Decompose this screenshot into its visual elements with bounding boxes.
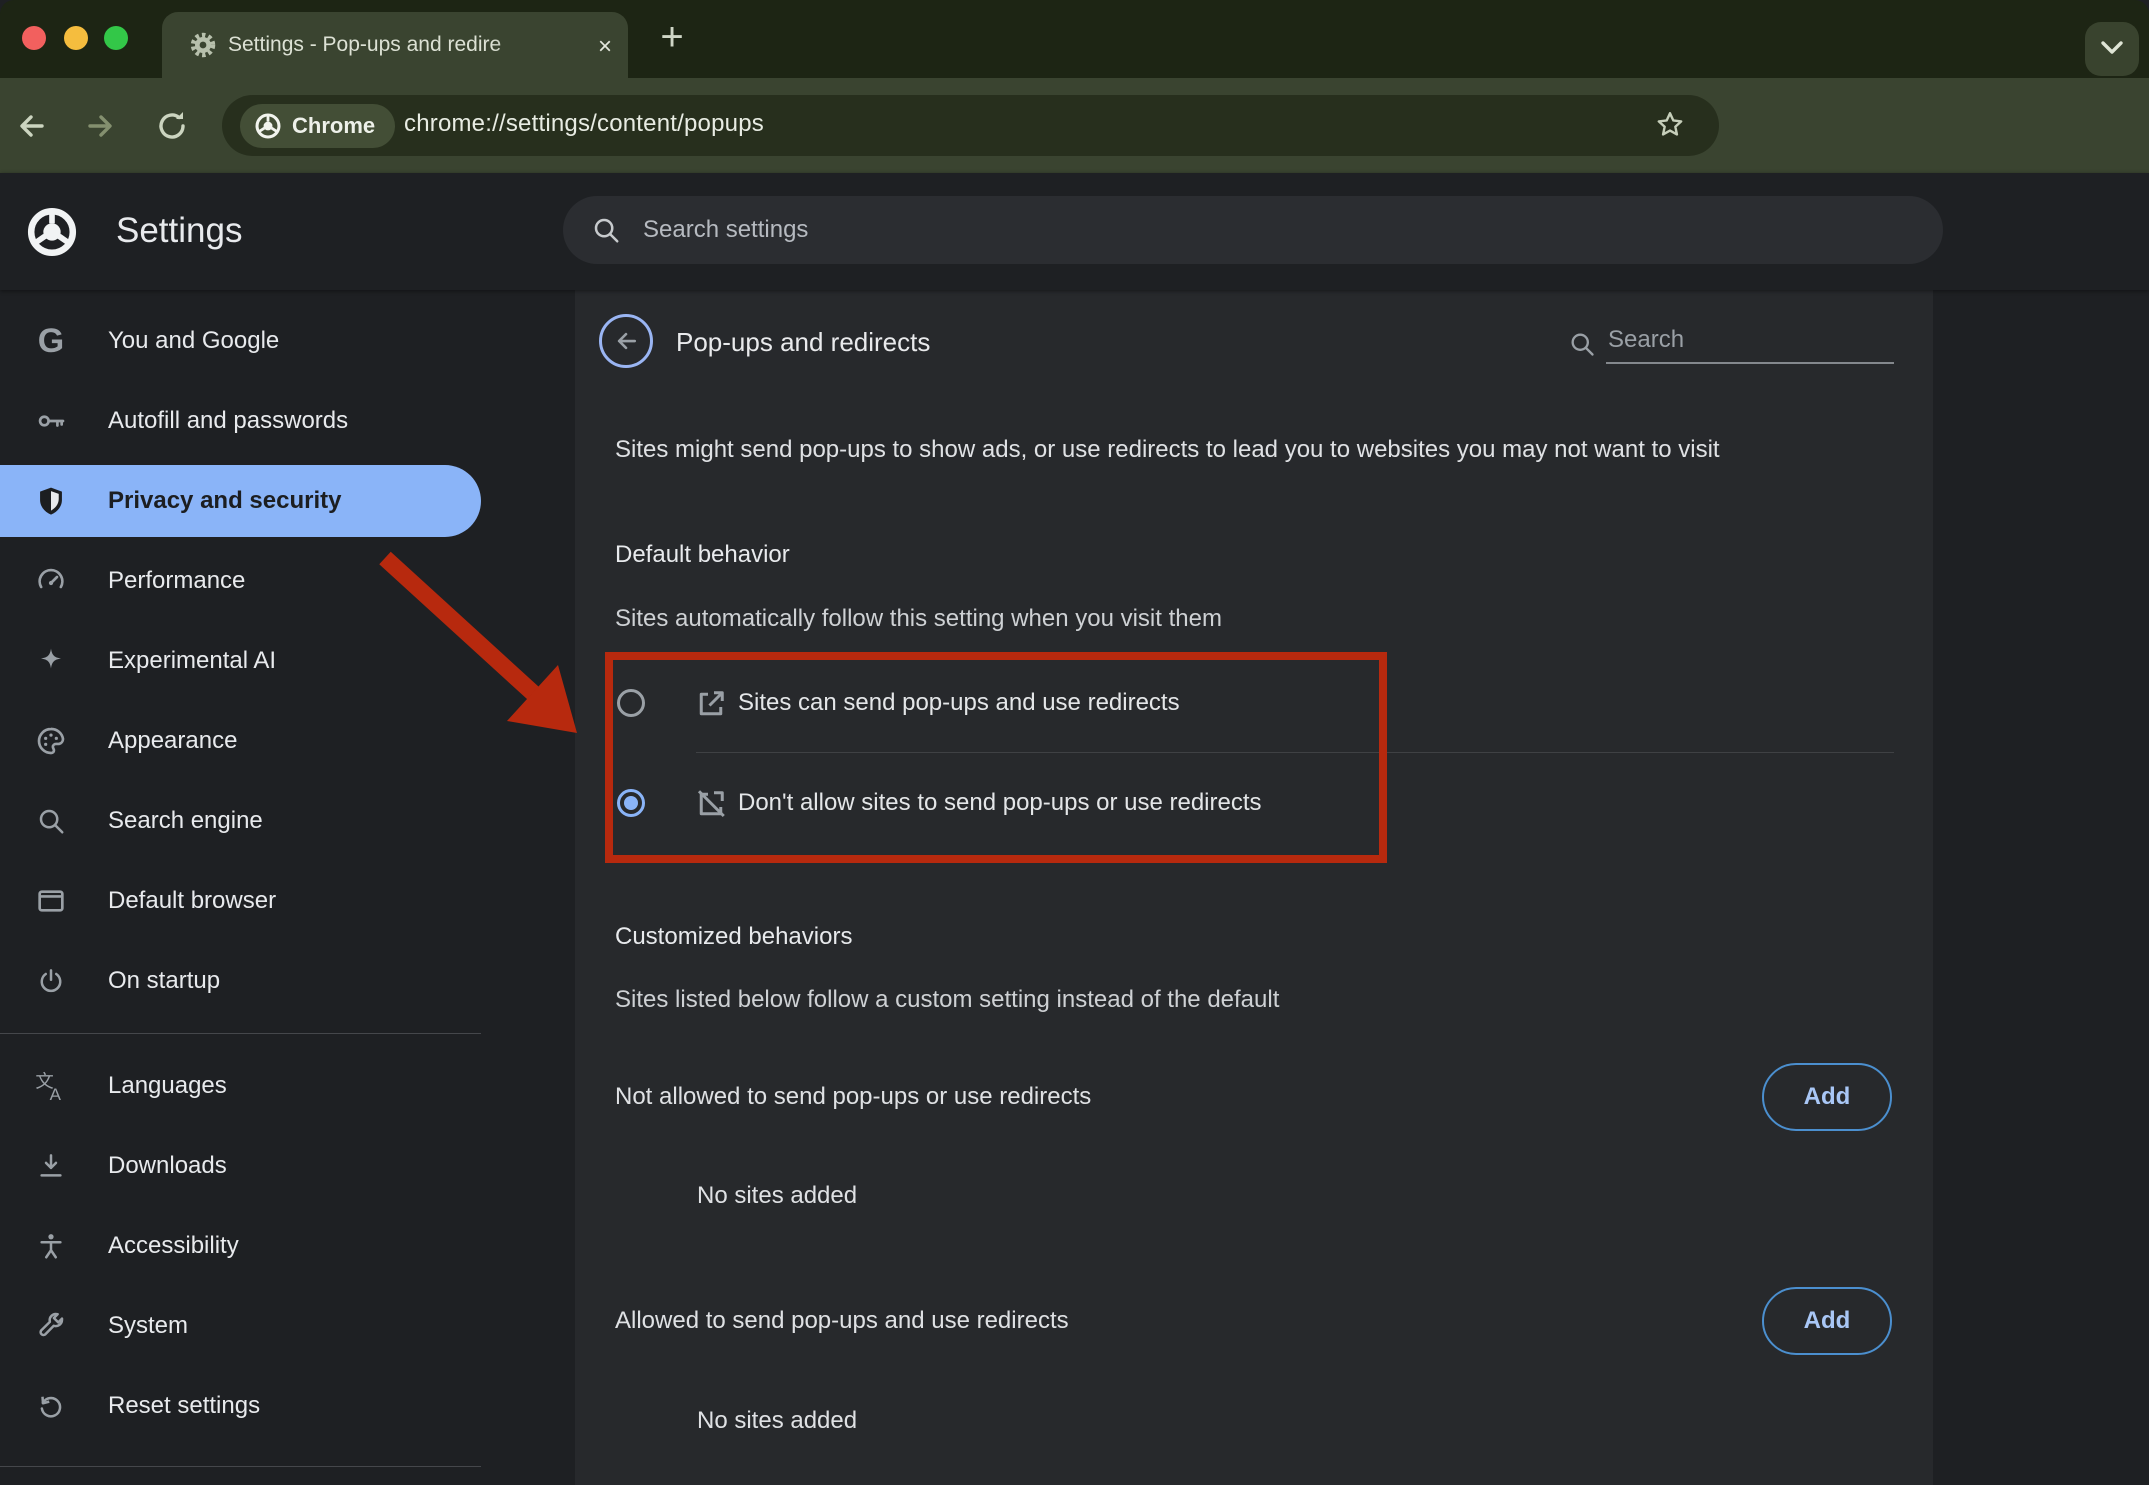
svg-text:A: A bbox=[50, 1085, 62, 1103]
url-text[interactable]: chrome://settings/content/popups bbox=[404, 110, 764, 138]
not-allowed-section-label: Not allowed to send pop-ups or use redir… bbox=[615, 1083, 1091, 1111]
chrome-badge: Chrome bbox=[240, 104, 395, 148]
new-tab-button[interactable]: + bbox=[652, 18, 692, 58]
sidebar-item-system[interactable]: System bbox=[0, 1286, 575, 1366]
chrome-settings-logo-icon bbox=[26, 206, 78, 258]
browser-window-icon bbox=[34, 884, 68, 918]
annotation-arrow bbox=[370, 540, 600, 755]
allowed-section-label: Allowed to send pop-ups and use redirect… bbox=[615, 1307, 1069, 1335]
sidebar-item-search-engine[interactable]: Search engine bbox=[0, 781, 575, 861]
tab-close-icon[interactable]: × bbox=[590, 32, 620, 62]
active-tab[interactable]: Settings - Pop-ups and redire × bbox=[162, 12, 628, 78]
sidebar-item-downloads[interactable]: Downloads bbox=[0, 1126, 575, 1206]
annotation-highlight-box bbox=[605, 652, 1387, 863]
settings-page-title: Settings bbox=[116, 211, 242, 251]
download-icon bbox=[34, 1149, 68, 1183]
chrome-logo-icon bbox=[254, 112, 282, 140]
add-allowed-site-button[interactable]: Add bbox=[1762, 1287, 1892, 1355]
settings-search-input[interactable] bbox=[643, 216, 1843, 244]
bookmark-star-icon[interactable] bbox=[1654, 109, 1686, 141]
page-search-field[interactable] bbox=[1568, 326, 1894, 364]
sidebar-divider-bottom bbox=[0, 1466, 481, 1467]
page-title: Pop-ups and redirects bbox=[676, 327, 930, 358]
shield-icon bbox=[34, 484, 68, 518]
tab-search-button[interactable] bbox=[2085, 22, 2139, 76]
browser-toolbar: Chrome chrome://settings/content/popups … bbox=[0, 78, 2149, 173]
translate-icon: 文A bbox=[34, 1069, 68, 1103]
popups-settings-card: Pop-ups and redirects Sites might send p… bbox=[575, 290, 1933, 1485]
no-sites-added-blocked: No sites added bbox=[697, 1182, 857, 1210]
page-back-button[interactable] bbox=[599, 314, 653, 368]
google-g-icon: G bbox=[34, 324, 68, 358]
search-icon bbox=[591, 215, 621, 245]
traffic-light-minimize[interactable] bbox=[64, 26, 88, 50]
sidebar-item-autofill[interactable]: Autofill and passwords bbox=[0, 381, 575, 461]
wrench-icon bbox=[34, 1309, 68, 1343]
sidebar-item-you-and-google[interactable]: G You and Google bbox=[0, 301, 575, 381]
sidebar-divider bbox=[0, 1033, 481, 1034]
customized-behaviors-heading: Customized behaviors bbox=[615, 923, 852, 951]
traffic-light-zoom[interactable] bbox=[104, 26, 128, 50]
power-icon bbox=[34, 964, 68, 998]
accessibility-person-icon bbox=[34, 1229, 68, 1263]
chrome-badge-label: Chrome bbox=[292, 113, 375, 139]
sidebar-item-reset-settings[interactable]: Reset settings bbox=[0, 1366, 575, 1446]
sidebar-item-on-startup[interactable]: On startup bbox=[0, 941, 575, 1021]
sidebar-item-accessibility[interactable]: Accessibility bbox=[0, 1206, 575, 1286]
search-icon bbox=[1568, 330, 1596, 358]
forward-nav-icon[interactable] bbox=[80, 106, 120, 146]
tab-strip: Settings - Pop-ups and redire × + bbox=[0, 0, 2149, 78]
traffic-light-close[interactable] bbox=[22, 26, 46, 50]
sidebar-item-privacy-and-security[interactable]: Privacy and security bbox=[0, 461, 575, 541]
back-nav-icon[interactable] bbox=[12, 106, 52, 146]
default-behavior-subtitle: Sites automatically follow this setting … bbox=[615, 605, 1222, 633]
page-description: Sites might send pop-ups to show ads, or… bbox=[615, 436, 1905, 464]
sidebar-item-default-browser[interactable]: Default browser bbox=[0, 861, 575, 941]
magnifier-icon bbox=[34, 804, 68, 838]
settings-search-box[interactable] bbox=[563, 196, 1943, 264]
palette-icon bbox=[34, 724, 68, 758]
reload-icon[interactable] bbox=[152, 106, 192, 146]
settings-sidebar: G You and Google Autofill and passwords … bbox=[0, 290, 575, 1485]
add-blocked-site-button[interactable]: Add bbox=[1762, 1063, 1892, 1131]
sidebar-item-languages[interactable]: 文A Languages bbox=[0, 1046, 575, 1126]
speedometer-icon bbox=[34, 564, 68, 598]
key-icon bbox=[34, 404, 68, 438]
page-search-input[interactable] bbox=[1606, 326, 1894, 364]
tab-title-fade bbox=[492, 30, 578, 64]
sparkle-icon bbox=[34, 644, 68, 678]
default-behavior-heading: Default behavior bbox=[615, 541, 790, 569]
no-sites-added-allowed: No sites added bbox=[697, 1407, 857, 1435]
url-bar[interactable]: Chrome chrome://settings/content/popups bbox=[222, 95, 1719, 156]
reset-arrow-icon bbox=[34, 1389, 68, 1423]
settings-gear-icon bbox=[188, 30, 218, 60]
customized-behaviors-subtitle: Sites listed below follow a custom setti… bbox=[615, 986, 1279, 1014]
